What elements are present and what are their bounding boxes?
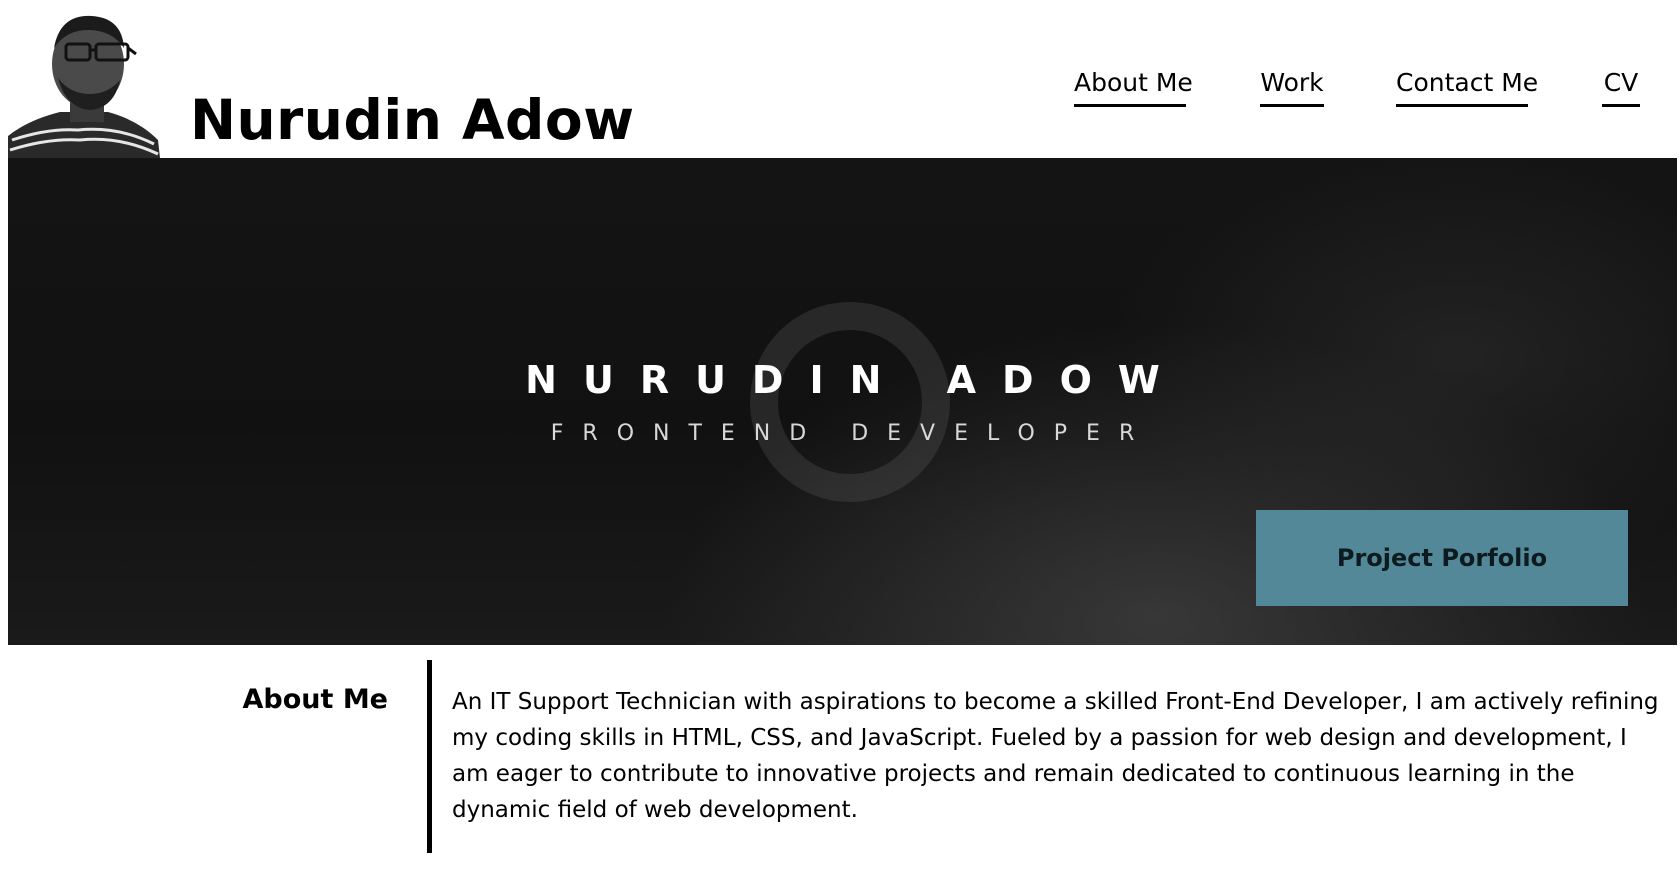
hero-banner: NURUDIN ADOW FRONTEND DEVELOPER Project …	[8, 158, 1677, 645]
about-text: An IT Support Technician with aspiration…	[452, 689, 1659, 823]
hero-role: FRONTEND DEVELOPER	[550, 421, 1154, 446]
hero-logo-ring	[750, 302, 950, 502]
about-heading: About Me	[242, 684, 388, 715]
nav-link-about-me[interactable]: About Me	[1074, 68, 1193, 107]
nav-link-contact-me[interactable]: Contact Me	[1396, 68, 1538, 107]
main-nav: About Me Work Contact Me CV	[0, 68, 1680, 110]
nav-link-cv[interactable]: CV	[1602, 68, 1640, 107]
about-divider	[427, 660, 432, 853]
page: Nurudin Adow About Me Work Contact Me CV…	[0, 0, 1680, 874]
project-portfolio-button[interactable]: Project Porfolio	[1256, 510, 1628, 606]
nav-link-work[interactable]: Work	[1260, 68, 1324, 107]
hero-name: NURUDIN ADOW	[525, 358, 1186, 402]
site-header: Nurudin Adow About Me Work Contact Me CV	[0, 0, 1680, 158]
about-section: About Me An IT Support Technician with a…	[0, 660, 1680, 860]
